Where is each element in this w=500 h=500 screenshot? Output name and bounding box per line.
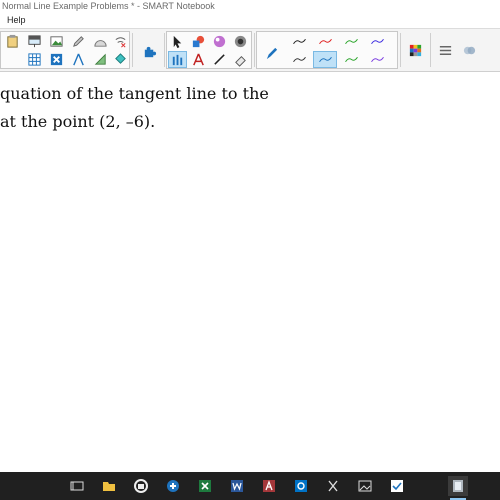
delete-icon[interactable] <box>47 51 66 68</box>
taskbar <box>0 472 500 500</box>
pen-style-black-icon[interactable] <box>287 33 311 50</box>
toolbar-separator <box>430 33 431 67</box>
shape-recognition-icon[interactable] <box>91 51 110 68</box>
edge-icon[interactable] <box>131 476 151 496</box>
page-tools-group <box>0 31 130 69</box>
pen-types-group <box>256 31 398 69</box>
line-icon[interactable] <box>210 51 229 68</box>
toolbar-separator <box>254 33 255 67</box>
add-ons-icon[interactable] <box>138 41 160 63</box>
transparency-icon[interactable] <box>458 39 480 61</box>
task-view-icon[interactable] <box>67 476 87 496</box>
file-explorer-icon[interactable] <box>99 476 119 496</box>
outlook-icon[interactable] <box>291 476 311 496</box>
access-icon[interactable] <box>259 476 279 496</box>
toolbar <box>0 28 500 72</box>
menu-bar: Help <box>0 14 500 28</box>
pen-style-green2-icon[interactable] <box>339 51 363 68</box>
pen-style-selected-icon[interactable] <box>313 51 337 68</box>
notebook-canvas[interactable]: quation of the tangent line to the at th… <box>0 72 500 472</box>
magic-pen-icon[interactable] <box>210 33 229 50</box>
pen-style-blue-icon[interactable] <box>365 33 389 50</box>
snipping-icon[interactable] <box>323 476 343 496</box>
toolbar-separator <box>132 33 133 67</box>
fill-icon[interactable] <box>111 51 130 68</box>
pen-style-dark-icon[interactable] <box>287 51 311 68</box>
color-palette-icon[interactable] <box>404 39 426 61</box>
word-icon[interactable] <box>227 476 247 496</box>
menu-help[interactable]: Help <box>7 15 26 25</box>
compass-icon[interactable] <box>69 51 88 68</box>
screen-capture-icon[interactable] <box>231 33 250 50</box>
problem-text-line-1: quation of the tangent line to the <box>0 84 269 103</box>
smart-notebook-icon[interactable] <box>448 476 468 500</box>
insert-table-icon[interactable] <box>25 51 44 68</box>
wifi-tool-icon[interactable] <box>111 33 130 50</box>
excel-icon[interactable] <box>195 476 215 496</box>
window-title: Normal Line Example Problems * - SMART N… <box>2 1 215 11</box>
shapes-icon[interactable] <box>189 33 208 50</box>
protractor-icon[interactable] <box>91 33 110 50</box>
pen-tool-icon[interactable] <box>69 33 88 50</box>
problem-text-line-2: at the point (2, –6). <box>0 112 156 131</box>
pen-style-green-icon[interactable] <box>339 33 363 50</box>
photos-icon[interactable] <box>355 476 375 496</box>
store-icon[interactable] <box>163 476 183 496</box>
pen-type-icon[interactable] <box>260 42 282 64</box>
pen-style-red-icon[interactable] <box>313 33 337 50</box>
select-arrow-icon[interactable] <box>168 33 187 50</box>
pen-style-purple-icon[interactable] <box>365 51 389 68</box>
toolbar-separator <box>400 33 401 67</box>
text-icon[interactable] <box>189 51 208 68</box>
eraser-icon[interactable] <box>231 51 250 68</box>
sticky-notes-icon[interactable] <box>387 476 407 496</box>
paste-icon[interactable] <box>3 33 22 50</box>
pens-icon[interactable] <box>168 51 187 68</box>
line-style-icon[interactable] <box>434 39 456 61</box>
screen-shade-icon[interactable] <box>25 33 44 50</box>
tools-group <box>166 31 252 69</box>
insert-image-icon[interactable] <box>47 33 66 50</box>
title-bar: Normal Line Example Problems * - SMART N… <box>0 0 500 14</box>
toolbar-separator <box>164 33 165 67</box>
